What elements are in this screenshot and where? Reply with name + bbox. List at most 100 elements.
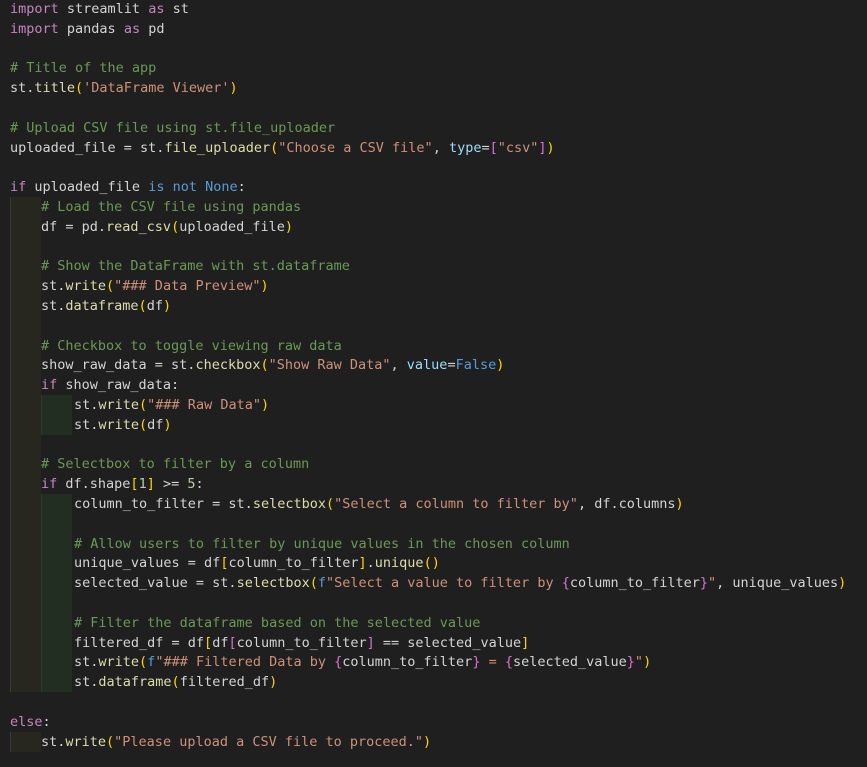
code-token: # Show the DataFrame with st.dataframe xyxy=(41,258,350,275)
code-text: st.write("### Data Preview") xyxy=(41,276,269,296)
code-line[interactable]: st.dataframe(filtered_df) xyxy=(0,672,867,693)
code-token: unique_values = df xyxy=(74,555,221,572)
code-line[interactable] xyxy=(0,98,867,118)
code-line[interactable]: st.write(f"### Filtered Data by {column_… xyxy=(0,652,867,673)
code-token: if xyxy=(10,179,27,196)
code-text: # Show the DataFrame with st.dataframe xyxy=(41,256,350,276)
code-token: , df.columns xyxy=(577,496,676,512)
code-token: write xyxy=(98,416,140,433)
indent-guide xyxy=(41,593,72,613)
code-token: False xyxy=(455,357,497,374)
indent-guide xyxy=(10,335,41,356)
code-line[interactable]: if df.shape[1] >= 5: xyxy=(0,474,867,495)
code-line[interactable]: import streamlit as st xyxy=(0,0,867,19)
code-line[interactable]: st.title('DataFrame Viewer') xyxy=(0,78,867,98)
code-token: write xyxy=(98,654,140,671)
code-token: streamlit xyxy=(58,1,149,17)
code-line[interactable]: df = pd.read_csv(uploaded_file) xyxy=(0,216,867,237)
indent-guide xyxy=(10,216,41,237)
code-line[interactable] xyxy=(0,593,867,613)
code-line[interactable] xyxy=(0,157,867,177)
code-text: st.write("### Raw Data") xyxy=(74,395,269,415)
code-line[interactable]: if uploaded_file is not None: xyxy=(0,177,867,197)
indent-guide xyxy=(41,632,72,653)
code-token: ) xyxy=(260,278,269,295)
code-line[interactable] xyxy=(0,39,867,59)
code-text: st.title('DataFrame Viewer') xyxy=(10,78,238,98)
code-token: selected_value xyxy=(512,654,627,671)
code-text: else: xyxy=(10,712,51,732)
code-line[interactable]: import pandas as pd xyxy=(0,19,867,39)
code-token: checkbox xyxy=(195,357,261,374)
code-token: ) xyxy=(496,357,505,374)
indent-guide xyxy=(10,395,41,415)
code-line[interactable]: if show_raw_data: xyxy=(0,375,867,396)
code-token: is not xyxy=(148,179,197,196)
code-line[interactable] xyxy=(0,236,867,257)
code-token: show_raw_data: xyxy=(57,377,180,394)
code-token: . xyxy=(366,555,375,572)
code-line[interactable] xyxy=(0,315,867,336)
code-line[interactable]: # Upload CSV file using st.file_uploader xyxy=(0,118,867,138)
code-token: "csv" xyxy=(497,139,539,156)
code-text: # Upload CSV file using st.file_uploader xyxy=(10,118,335,138)
indent-guide xyxy=(10,672,41,693)
code-text: import pandas as pd xyxy=(10,19,164,39)
code-token: column_to_filter xyxy=(228,555,359,572)
code-line[interactable]: # Allow users to filter by unique values… xyxy=(0,533,867,554)
code-line[interactable]: column_to_filter = st.selectbox("Select … xyxy=(0,494,867,514)
code-line[interactable]: filtered_df = df[df[column_to_filter] ==… xyxy=(0,632,867,653)
indent-guide xyxy=(41,513,72,534)
code-token: ) xyxy=(423,733,432,750)
code-token: df.shape xyxy=(57,476,131,493)
code-line[interactable]: st.write("### Data Preview") xyxy=(0,276,867,297)
code-line[interactable]: st.dataframe(df) xyxy=(0,296,867,316)
code-line[interactable]: show_raw_data = st.checkbox("Show Raw Da… xyxy=(0,355,867,376)
code-token: [ xyxy=(228,634,237,651)
indent-guide xyxy=(10,474,41,495)
indent-guide xyxy=(10,553,41,574)
code-line[interactable]: selected_value = st.selectbox(f"Select a… xyxy=(0,573,867,594)
indent-guide xyxy=(10,375,41,396)
code-line[interactable]: # Checkbox to toggle viewing raw data xyxy=(0,335,867,356)
indent-guide xyxy=(10,632,41,653)
code-token: ) xyxy=(269,674,278,691)
code-token: = xyxy=(447,357,456,374)
code-line[interactable]: # Show the DataFrame with st.dataframe xyxy=(0,256,867,277)
code-token: , xyxy=(432,139,449,156)
code-token: ] xyxy=(538,139,547,156)
code-token: type xyxy=(448,139,482,156)
code-token: ( xyxy=(139,416,148,433)
indent-guide xyxy=(10,513,41,534)
code-token: st. xyxy=(41,298,66,314)
code-line[interactable]: else: xyxy=(0,712,867,732)
code-line[interactable]: # Filter the dataframe based on the sele… xyxy=(0,612,867,633)
code-token: ) xyxy=(838,575,847,592)
code-line[interactable]: # Title of the app xyxy=(0,58,867,78)
indent-guide xyxy=(10,731,41,752)
code-text: unique_values = df[column_to_filter].uni… xyxy=(74,553,440,573)
code-line[interactable]: st.write("### Raw Data") xyxy=(0,395,867,415)
code-editor[interactable]: import streamlit as st import pandas as p… xyxy=(0,0,867,767)
code-token: "Show Raw Data" xyxy=(268,357,391,374)
code-line[interactable]: st.write(df) xyxy=(0,414,867,435)
code-line[interactable]: # Load the CSV file using pandas xyxy=(0,197,867,217)
code-token: uploaded_file = st. xyxy=(10,139,165,156)
code-token: " xyxy=(634,654,644,671)
code-line[interactable]: uploaded_file = st.file_uploader("Choose… xyxy=(0,138,867,158)
code-token: pandas xyxy=(58,20,124,37)
code-line[interactable] xyxy=(0,513,867,534)
code-line[interactable] xyxy=(0,434,867,455)
code-token: read_csv xyxy=(106,218,172,235)
code-token: ( xyxy=(106,733,115,750)
code-token: uploaded_file xyxy=(179,218,285,235)
code-line[interactable] xyxy=(0,692,867,712)
code-line[interactable]: unique_values = df[column_to_filter].uni… xyxy=(0,553,867,574)
code-line[interactable]: # Selectbox to filter by a column xyxy=(0,454,867,475)
code-token: as xyxy=(148,1,165,17)
code-line[interactable]: st.write("Please upload a CSV file to pr… xyxy=(0,731,867,752)
indent-guide xyxy=(41,553,72,574)
code-token: ] xyxy=(358,555,367,572)
code-token: ( xyxy=(138,298,147,314)
